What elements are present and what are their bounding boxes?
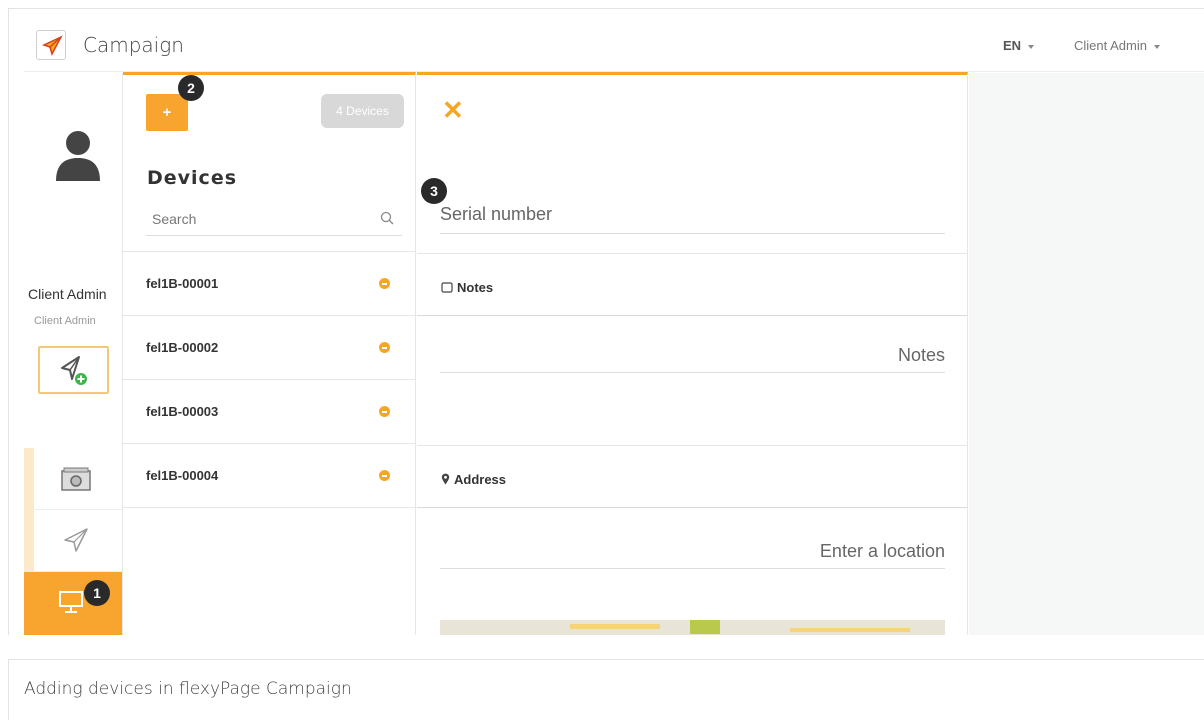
sidebar-user-role: Client Admin <box>34 315 96 327</box>
device-name: fel1B-00002 <box>146 340 219 355</box>
language-label: EN <box>1003 38 1022 53</box>
sidebar-item-photos[interactable] <box>24 448 122 510</box>
camera-icon <box>61 467 91 491</box>
send-icon <box>64 528 88 552</box>
device-list: fel1B-00001 fel1B-00002 fel1B-00003 fel1… <box>123 251 415 508</box>
callout-badge-1: 1 <box>84 580 110 606</box>
map-road <box>570 624 660 629</box>
search-icon[interactable] <box>380 211 394 225</box>
device-search <box>146 204 402 236</box>
devices-title: Devices <box>147 167 238 189</box>
notes-section-label: Notes <box>441 280 493 295</box>
minus-circle-icon[interactable] <box>379 342 390 353</box>
minus-circle-icon[interactable] <box>379 278 390 289</box>
device-row[interactable]: fel1B-00002 <box>123 316 415 380</box>
chevron-down-icon <box>1028 44 1035 49</box>
note-icon <box>441 282 453 293</box>
user-menu-label: Client Admin <box>1074 38 1147 53</box>
sidebar-item-campaigns[interactable] <box>24 510 122 572</box>
map-road <box>690 620 720 634</box>
location-field <box>440 535 945 569</box>
device-count-badge: 4 Devices <box>321 94 404 128</box>
serial-number-field <box>440 200 945 234</box>
device-name: fel1B-00001 <box>146 276 219 291</box>
content-background <box>969 73 1204 635</box>
serial-number-input[interactable] <box>440 204 940 225</box>
device-row[interactable]: fel1B-00003 <box>123 380 415 444</box>
sidebar: Client Admin Client Admin <box>24 73 122 635</box>
app-logo[interactable] <box>36 30 66 60</box>
callout-badge-2: 2 <box>178 75 204 101</box>
search-input[interactable] <box>146 206 366 232</box>
language-selector[interactable]: EN <box>1003 38 1035 53</box>
map-marker-icon <box>441 473 450 485</box>
address-label-text: Address <box>454 472 507 487</box>
paper-plane-logo-icon <box>41 35 63 56</box>
app-title: Campaign <box>83 33 184 57</box>
notes-field <box>440 339 945 373</box>
top-bar: Campaign EN Client Admin <box>24 20 1204 72</box>
device-row[interactable]: fel1B-00001 <box>123 252 415 316</box>
map-road <box>790 628 910 632</box>
callout-badge-3: 3 <box>421 178 447 204</box>
address-section-header: Address <box>417 445 967 508</box>
devices-panel: + 4 Devices Devices fel1B-00001 fel1B-00… <box>123 72 416 635</box>
send-plus-icon <box>61 356 87 385</box>
notes-input[interactable] <box>440 345 945 366</box>
notes-label-text: Notes <box>457 280 494 295</box>
new-campaign-button[interactable] <box>38 346 109 394</box>
close-icon[interactable]: ✕ <box>442 97 464 123</box>
address-section-label: Address <box>441 472 506 487</box>
notes-section-header: Notes <box>417 253 967 316</box>
device-row[interactable]: fel1B-00004 <box>123 444 415 508</box>
device-detail-panel: ✕ Notes Address <box>417 72 968 638</box>
sidebar-user-name: Client Admin <box>28 286 107 302</box>
user-avatar-icon <box>56 131 100 181</box>
minus-circle-icon[interactable] <box>379 470 390 481</box>
device-name: fel1B-00003 <box>146 404 219 419</box>
add-device-button[interactable]: + <box>146 94 188 131</box>
location-input[interactable] <box>440 541 945 562</box>
screenshot-bottom-edge <box>8 635 1204 659</box>
minus-circle-icon[interactable] <box>379 406 390 417</box>
figure-caption: Adding devices in flexyPage Campaign <box>24 679 352 699</box>
caption-divider <box>8 659 1204 660</box>
device-name: fel1B-00004 <box>146 468 219 483</box>
sidebar-item-devices[interactable] <box>24 572 122 635</box>
user-menu[interactable]: Client Admin <box>1074 38 1160 53</box>
monitor-icon <box>59 591 83 613</box>
chevron-down-icon <box>1153 44 1160 49</box>
